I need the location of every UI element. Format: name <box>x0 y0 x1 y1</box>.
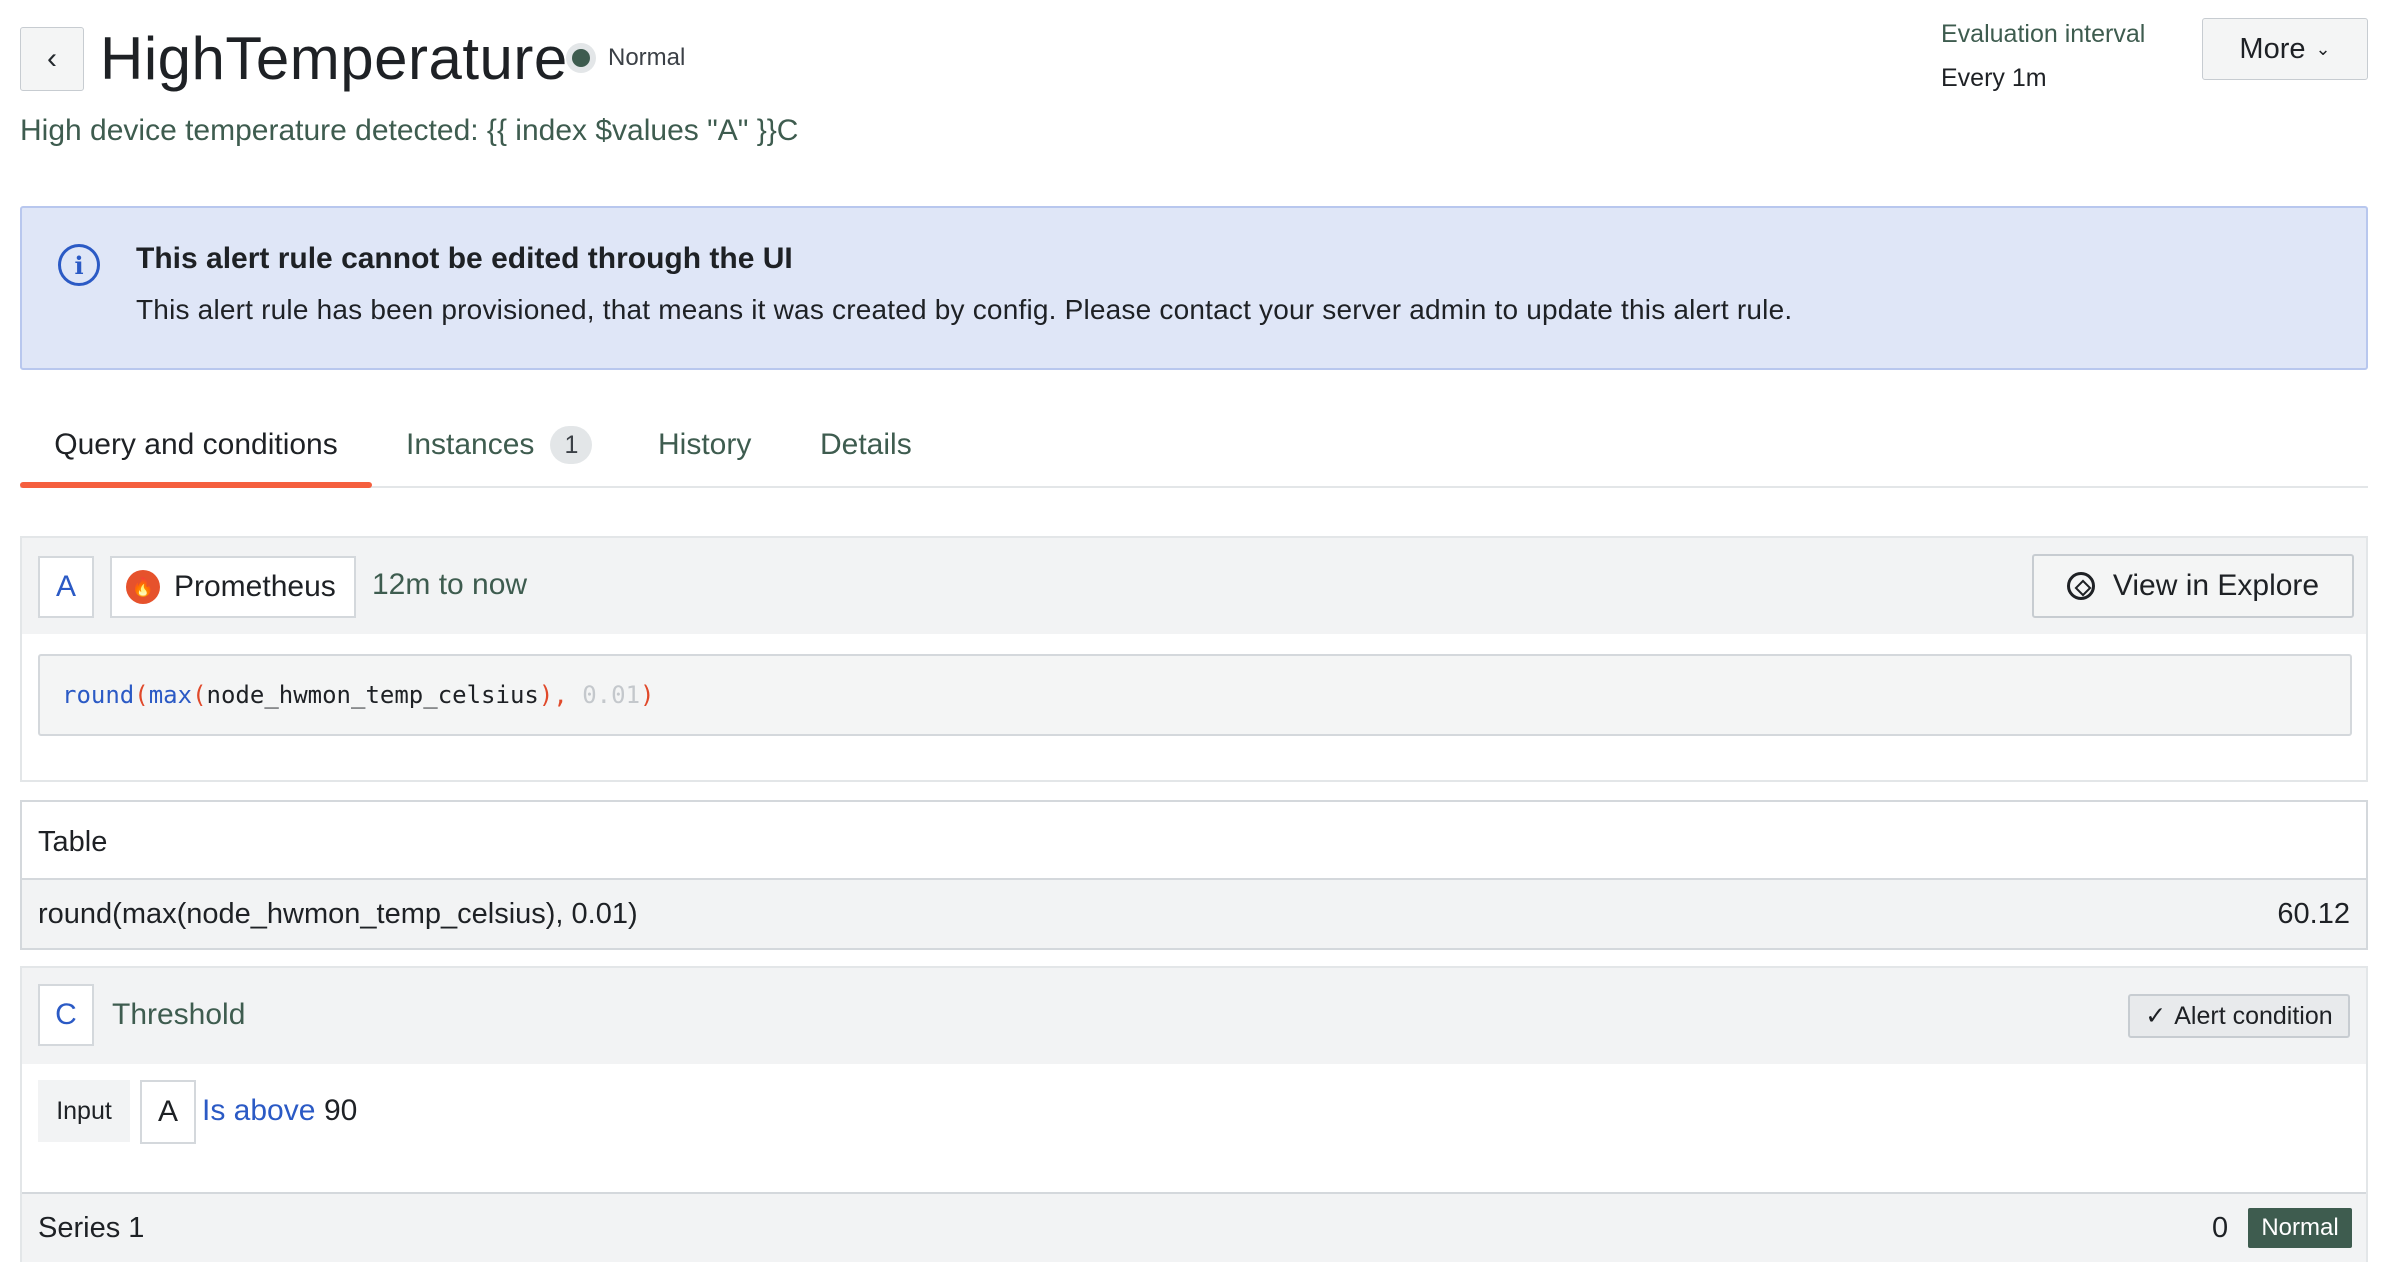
page-title: HighTemperature <box>100 25 568 92</box>
tab-bar: Query and conditions Instances 1 History… <box>20 414 2368 488</box>
view-in-explore-label: View in Explore <box>2112 569 2320 602</box>
code-metric: node_hwmon_temp_celsius <box>206 681 539 709</box>
threshold-header: C Threshold ✓ Alert condition <box>22 968 2366 1064</box>
alert-condition-button[interactable]: ✓ Alert condition <box>2128 994 2350 1038</box>
instances-count-badge: 1 <box>550 426 593 464</box>
state-dot-icon <box>566 43 596 73</box>
alert-condition-label: Alert condition <box>2174 1001 2333 1030</box>
code-paren: ) <box>538 681 554 709</box>
tab-query-and-conditions[interactable]: Query and conditions <box>20 414 372 488</box>
datasource-name: Prometheus <box>174 570 336 603</box>
evaluation-interval-label: Evaluation interval <box>1941 20 2146 48</box>
info-alert-text: This alert rule has been provisioned, th… <box>136 294 1793 325</box>
code-comma: , <box>553 681 583 709</box>
rule-state-badge: Normal <box>566 40 685 76</box>
code-paren: ) <box>640 681 655 709</box>
tab-label: History <box>658 428 752 461</box>
input-ref-select[interactable]: A <box>140 1080 196 1144</box>
provisioned-info-alert: i This alert rule cannot be edited throu… <box>20 206 2368 370</box>
series-name: Series 1 <box>38 1212 145 1244</box>
more-button[interactable]: More ⌄ <box>2202 18 2368 80</box>
query-header: A 🔥 Prometheus 12m to now View in Explor… <box>22 538 2366 634</box>
back-button[interactable]: ‹ <box>20 27 84 91</box>
code-fn-round: round <box>62 681 135 709</box>
table-row: round(max(node_hwmon_temp_celsius), 0.01… <box>22 878 2366 948</box>
table-title: Table <box>38 826 108 858</box>
threshold-label: Threshold <box>112 998 246 1031</box>
rule-summary: High device temperature detected: {{ ind… <box>20 114 799 147</box>
tab-label: Details <box>820 428 912 461</box>
tab-instances[interactable]: Instances 1 <box>406 414 593 486</box>
threshold-value[interactable]: 90 <box>324 1094 357 1128</box>
tab-label: Instances <box>406 428 535 461</box>
query-ref-id: A <box>38 556 94 618</box>
threshold-operator[interactable]: Is above <box>202 1094 315 1128</box>
chevron-down-icon: ⌄ <box>2315 38 2331 59</box>
table-row-value: 60.12 <box>2277 898 2350 930</box>
series-state-badge: Normal <box>2248 1208 2352 1248</box>
more-label: More <box>2239 32 2306 65</box>
tab-history[interactable]: History <box>658 414 751 486</box>
tab-label: Query and conditions <box>54 428 338 461</box>
code-paren: ( <box>192 681 207 709</box>
tab-details[interactable]: Details <box>820 414 912 486</box>
chevron-left-icon: ‹ <box>47 42 57 75</box>
view-in-explore-button[interactable]: View in Explore <box>2032 554 2354 618</box>
series-value: 0 <box>2212 1212 2229 1244</box>
query-time-range: 12m to now <box>372 568 528 601</box>
input-label: Input <box>38 1080 130 1142</box>
query-panel: A 🔥 Prometheus 12m to now View in Explor… <box>20 536 2368 782</box>
series-row: Series 1 0 Normal <box>22 1192 2366 1262</box>
datasource-chip: 🔥 Prometheus <box>110 556 356 618</box>
rule-state-text: Normal <box>608 44 686 71</box>
info-icon: i <box>58 244 100 286</box>
code-number: 0.01 <box>582 681 641 709</box>
code-fn-max: max <box>148 681 193 709</box>
threshold-panel: C Threshold ✓ Alert condition Input A Is… <box>20 966 2368 1262</box>
query-result-table: Table round(max(node_hwmon_temp_celsius)… <box>20 800 2368 950</box>
code-paren: ( <box>134 681 149 709</box>
compass-icon <box>2066 572 2095 600</box>
info-alert-title: This alert rule cannot be edited through… <box>136 242 793 275</box>
prometheus-icon: 🔥 <box>126 570 160 604</box>
table-row-name: round(max(node_hwmon_temp_celsius), 0.01… <box>38 898 638 930</box>
query-expression: round(max(node_hwmon_temp_celsius), 0.01… <box>38 654 2352 736</box>
threshold-ref-id: C <box>38 984 94 1046</box>
evaluation-interval-value: Every 1m <box>1941 64 2047 92</box>
check-icon: ✓ <box>2145 1002 2167 1030</box>
